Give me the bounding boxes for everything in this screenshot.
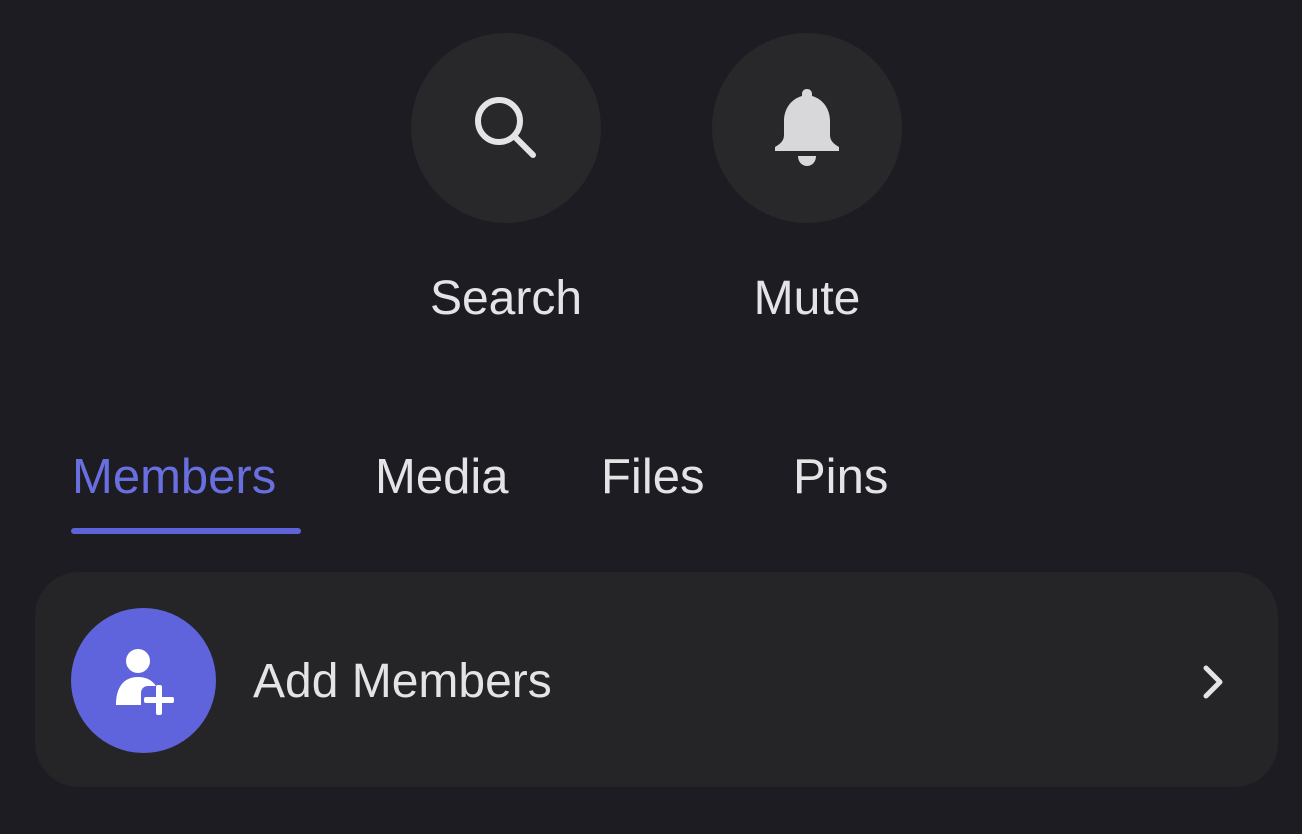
chevron-right-icon xyxy=(1198,662,1228,702)
active-tab-indicator xyxy=(71,528,301,534)
tab-pins[interactable]: Pins xyxy=(793,448,888,506)
tab-bar: Members Media Files Pins xyxy=(0,448,1302,540)
search-action[interactable]: Search xyxy=(411,33,601,327)
search-button[interactable] xyxy=(411,33,601,223)
add-members-label: Add Members xyxy=(253,655,552,708)
add-members-button[interactable]: Add Members xyxy=(35,572,1278,787)
tab-media[interactable]: Media xyxy=(375,448,508,506)
add-user-icon xyxy=(115,648,174,715)
search-label: Search xyxy=(429,272,583,325)
channel-details-panel: Search Mute Members Media Files Pins Add… xyxy=(0,0,1302,834)
tab-members[interactable]: Members xyxy=(72,448,276,506)
add-members-avatar xyxy=(71,608,216,753)
search-icon xyxy=(475,97,536,158)
mute-button[interactable] xyxy=(712,33,902,223)
mute-action[interactable]: Mute xyxy=(712,33,902,327)
bell-icon xyxy=(775,89,839,166)
mute-label: Mute xyxy=(753,272,861,325)
tab-files[interactable]: Files xyxy=(601,448,704,506)
